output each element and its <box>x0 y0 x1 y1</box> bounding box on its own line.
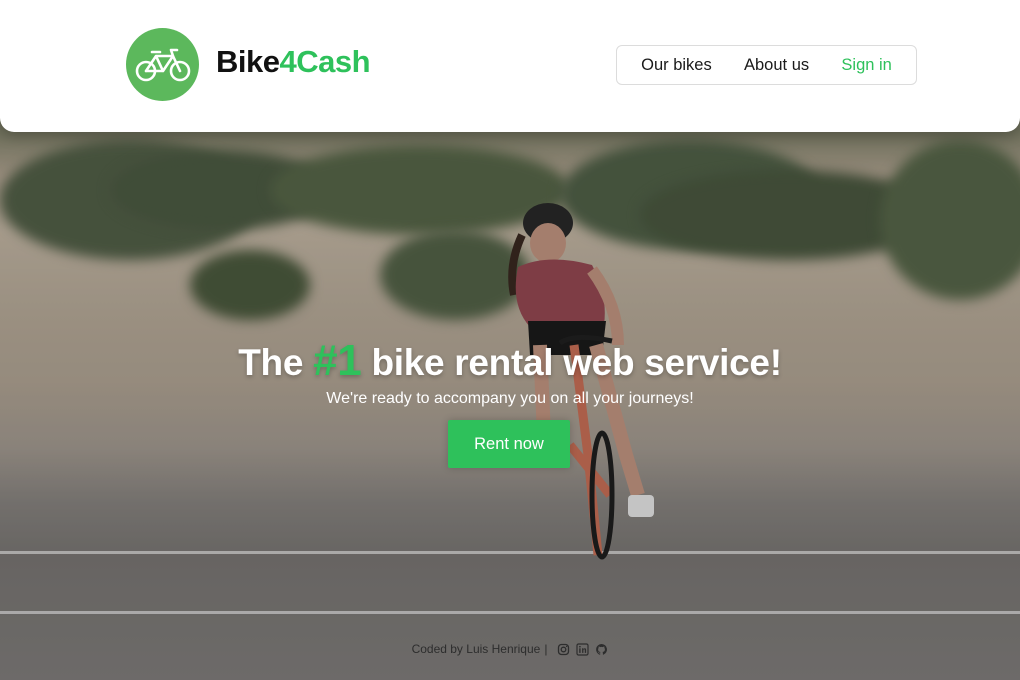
site-header: Bike4Cash Our bikes About us Sign in <box>0 0 1020 132</box>
github-icon[interactable] <box>595 643 608 656</box>
rent-now-button[interactable]: Rent now <box>448 420 570 468</box>
hero-subheadline: We're ready to accompany you on all your… <box>326 390 694 407</box>
instagram-icon[interactable] <box>557 643 570 656</box>
logo[interactable] <box>126 28 199 101</box>
brand-name-accent: 4Cash <box>279 44 371 79</box>
footer-credit: Coded by Luis Henrique <box>411 642 541 656</box>
footer-separator: | <box>544 642 548 656</box>
nav-sign-in[interactable]: Sign in <box>841 56 891 75</box>
headline-post: bike rental web service! <box>371 342 782 383</box>
main-nav: Our bikes About us Sign in <box>616 45 917 85</box>
site-footer: Coded by Luis Henrique | <box>0 642 1020 656</box>
nav-our-bikes[interactable]: Our bikes <box>641 56 712 75</box>
linkedin-icon[interactable] <box>576 642 590 656</box>
headline-rank: #1 <box>313 336 362 385</box>
brand-name[interactable]: Bike4Cash <box>216 44 371 80</box>
hero-headline: The #1 bike rental web service! <box>0 336 1020 386</box>
brand-name-main: Bike <box>216 44 280 79</box>
bicycle-icon <box>135 48 190 81</box>
headline-pre: The <box>238 342 304 383</box>
nav-about-us[interactable]: About us <box>744 56 809 75</box>
